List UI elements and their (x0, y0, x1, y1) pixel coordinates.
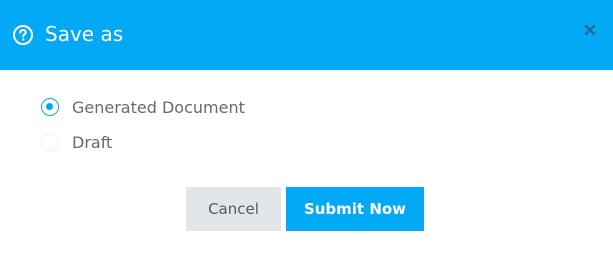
radio-button-checked[interactable] (41, 98, 59, 116)
dialog-header: Save as (0, 0, 613, 70)
submit-now-button[interactable]: Submit Now (286, 187, 424, 231)
help-circle-icon (12, 24, 34, 46)
save-as-dialog: Save as Generated Document Draft Cancel … (0, 0, 613, 279)
radio-label: Draft (72, 133, 113, 152)
radio-label: Generated Document (72, 98, 245, 117)
close-icon[interactable] (583, 22, 597, 36)
dialog-title: Save as (45, 22, 124, 46)
cancel-button[interactable]: Cancel (186, 187, 281, 231)
radio-button-unchecked[interactable] (41, 133, 59, 151)
